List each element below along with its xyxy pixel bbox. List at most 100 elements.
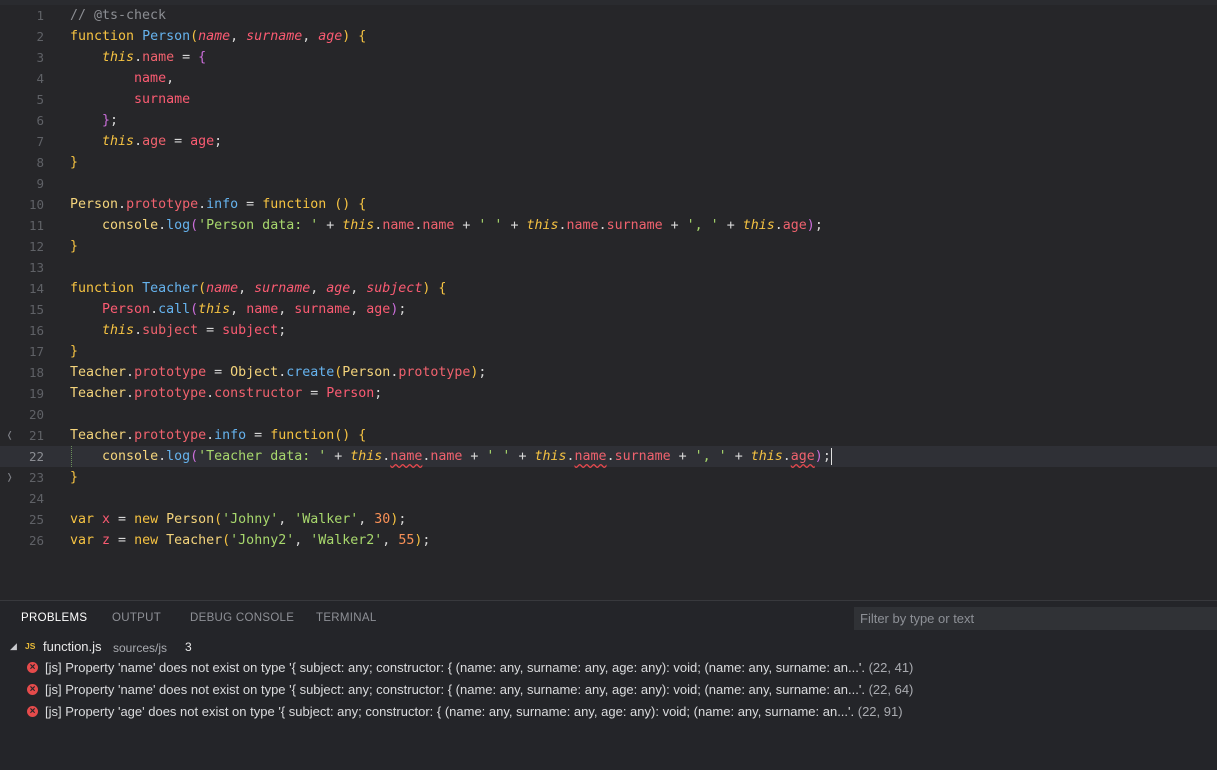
code-editor[interactable]: 1// @ts-check 2 function Person(name, surn… — [0, 0, 1217, 600]
code-line[interactable]: 11 console.log('Person data: ' + this.na… — [0, 215, 1217, 236]
code-token: , — [310, 281, 327, 296]
code-line[interactable]: 19 Teacher.prototype.constructor = Person… — [0, 383, 1217, 404]
code-token: { — [358, 428, 367, 443]
code-line[interactable]: 3 this.name = { — [0, 47, 1217, 68]
code-line[interactable]: 2 function Person(name, surname, age) { — [0, 26, 1217, 47]
code-token: ; — [374, 386, 383, 401]
code-token: , — [230, 302, 247, 317]
code-line[interactable]: 12} — [0, 236, 1217, 257]
code-token: surname — [606, 218, 663, 233]
code-token: new — [134, 533, 167, 548]
code-line[interactable]: 9 — [0, 173, 1217, 194]
error-icon: × — [27, 662, 38, 673]
code-token: } — [70, 155, 79, 170]
code-token: console — [102, 449, 159, 464]
code-token: . — [134, 134, 143, 149]
code-token: constructor — [214, 386, 303, 401]
code-line[interactable]: 5 surname — [0, 89, 1217, 110]
code-line[interactable]: 26 var z = new Teacher('Johny2', 'Walker2… — [0, 530, 1217, 551]
code-token: . — [566, 449, 575, 464]
tab-output[interactable]: OUTPUT — [112, 612, 161, 624]
code-text: }; — [70, 110, 118, 131]
code-token: this — [534, 449, 567, 464]
tab-problems[interactable]: PROBLEMS — [21, 612, 87, 624]
code-token: function — [70, 29, 143, 44]
chevron-down-icon[interactable]: ◢ — [10, 641, 17, 652]
code-token: name — [422, 218, 455, 233]
error-squiggle-token: name — [574, 449, 607, 464]
code-token: info — [214, 428, 247, 443]
error-icon: × — [27, 706, 38, 717]
code-token: 'Person data: ' — [198, 218, 319, 233]
code-token: { — [358, 29, 367, 44]
code-token: () — [334, 428, 351, 443]
code-token: + — [454, 218, 479, 233]
code-line[interactable]: 14 function Teacher(name, surname, age, s… — [0, 278, 1217, 299]
problem-item[interactable]: × [js] Property 'age' does not exist on … — [0, 703, 1217, 725]
code-token: this — [350, 449, 383, 464]
code-token: ', ' — [694, 449, 727, 464]
code-token: 'Johny2' — [230, 533, 295, 548]
code-token: prototype — [134, 428, 207, 443]
code-line[interactable]: 10 Person.prototype.info = function () { — [0, 194, 1217, 215]
code-token: Teacher — [70, 365, 127, 380]
code-token: info — [206, 197, 239, 212]
code-token: + — [510, 449, 535, 464]
code-token: ', ' — [686, 218, 719, 233]
code-line[interactable]: 1 // @ts-check — [0, 5, 1217, 26]
code-token: prototype — [398, 365, 471, 380]
code-line[interactable]: 18 Teacher.prototype = Object.create(Pers… — [0, 362, 1217, 383]
code-token: { — [198, 50, 207, 65]
code-line[interactable]: 20 — [0, 404, 1217, 425]
code-line[interactable]: 8} — [0, 152, 1217, 173]
code-token: name — [134, 71, 167, 86]
code-token: age — [318, 29, 343, 44]
code-token: . — [118, 197, 127, 212]
code-token: call — [158, 302, 191, 317]
code-token: , — [238, 281, 255, 296]
fold-marker-icon[interactable]: ❬ — [6, 425, 13, 446]
code-line[interactable]: 13 — [0, 257, 1217, 278]
code-line[interactable]: 7 this.age = age; — [0, 131, 1217, 152]
code-token: name — [142, 50, 175, 65]
code-line[interactable]: 24 — [0, 488, 1217, 509]
code-token: = — [206, 365, 231, 380]
code-line[interactable]: 22 console.log('Teacher data: ' + this.n… — [0, 446, 1217, 467]
code-token: . — [150, 302, 159, 317]
code-line[interactable]: 6 }; — [0, 110, 1217, 131]
tab-terminal[interactable]: TERMINAL — [316, 612, 377, 624]
line-number: 5 — [36, 92, 44, 107]
code-line[interactable]: 17} — [0, 341, 1217, 362]
tab-debug-console[interactable]: DEBUG CONSOLE — [190, 612, 294, 624]
code-token: Teacher — [166, 533, 223, 548]
code-token: . — [158, 449, 167, 464]
code-token: + — [462, 449, 487, 464]
problems-filter-input[interactable] — [854, 607, 1217, 630]
code-token: this — [526, 218, 559, 233]
code-token: ; — [422, 533, 431, 548]
problem-item[interactable]: × [js] Property 'name' does not exist on… — [0, 659, 1217, 681]
code-token: var — [70, 512, 103, 527]
line-number: 11 — [28, 218, 44, 233]
code-token: , — [350, 302, 367, 317]
code-token: . — [606, 449, 615, 464]
line-number: 1 — [36, 8, 44, 23]
fold-marker-icon[interactable]: ❭ — [6, 467, 13, 488]
code-token: prototype — [134, 365, 207, 380]
code-line[interactable]: 21 ❬ Teacher.prototype.info = function() { — [0, 425, 1217, 446]
code-line[interactable]: 25 var x = new Person('Johny', 'Walker', … — [0, 509, 1217, 530]
js-file-icon: JS — [25, 641, 36, 651]
problems-file-group[interactable]: ◢ JS function.js sources/js 3 — [0, 637, 1217, 657]
code-token: name — [246, 302, 279, 317]
code-line[interactable]: 4 name, — [0, 68, 1217, 89]
code-line[interactable]: 16 this.subject = subject; — [0, 320, 1217, 341]
code-line[interactable]: 23 ❭} — [0, 467, 1217, 488]
code-token: ( — [214, 512, 223, 527]
code-token: surname — [246, 29, 303, 44]
code-token: ; — [478, 365, 487, 380]
problem-item[interactable]: × [js] Property 'name' does not exist on… — [0, 681, 1217, 703]
code-token: ( — [190, 218, 199, 233]
code-line[interactable]: 15 Person.call(this, name, surname, age)… — [0, 299, 1217, 320]
code-token: surname — [254, 281, 311, 296]
line-number: 8 — [36, 155, 44, 170]
